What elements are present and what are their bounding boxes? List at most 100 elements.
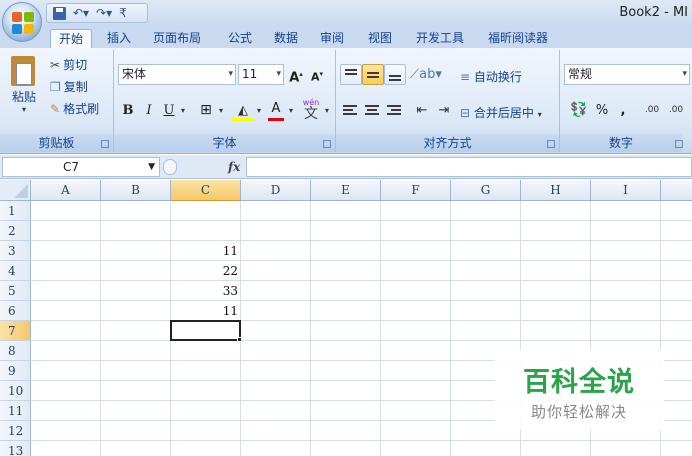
- column-header-overflow[interactable]: [661, 180, 692, 201]
- font-launcher-icon[interactable]: [323, 140, 331, 148]
- tab-review[interactable]: 审阅: [320, 29, 344, 48]
- save-icon[interactable]: [53, 6, 66, 20]
- fill-handle[interactable]: [237, 337, 242, 342]
- merge-center-button[interactable]: ⊟ 合并后居中 ▾: [460, 104, 542, 121]
- redo-icon[interactable]: ↷▾: [96, 7, 112, 19]
- tab-view[interactable]: 视图: [368, 29, 392, 48]
- column-header-a[interactable]: A: [31, 180, 101, 201]
- align-center-button[interactable]: [362, 100, 382, 121]
- grow-font-button[interactable]: A▴: [286, 64, 306, 85]
- underline-dropdown-icon[interactable]: ▾: [178, 100, 188, 121]
- tab-formulas[interactable]: 公式: [228, 29, 252, 48]
- column-header-f[interactable]: F: [381, 180, 451, 201]
- orientation-icon[interactable]: ⟋ab▾: [410, 64, 442, 85]
- increase-decimal-label: .00: [644, 105, 660, 115]
- fill-color-dropdown-icon[interactable]: ▾: [254, 100, 264, 121]
- tab-insert[interactable]: 插入: [107, 29, 131, 48]
- shrink-font-button[interactable]: A▾: [308, 64, 326, 85]
- column-header-i[interactable]: I: [591, 180, 661, 201]
- font-color-dropdown-icon[interactable]: ▾: [286, 100, 296, 121]
- column-header-b[interactable]: B: [101, 180, 171, 201]
- row-header-1[interactable]: 1: [0, 201, 31, 221]
- font-color-button[interactable]: A: [268, 100, 284, 121]
- insert-function-icon[interactable]: fx: [228, 157, 240, 177]
- cell-c6[interactable]: 11: [171, 301, 241, 321]
- wrap-text-button[interactable]: ≡ 自动换行: [460, 68, 522, 85]
- scissors-icon: ✂: [50, 57, 61, 72]
- align-left-button[interactable]: [340, 100, 360, 121]
- row-header-4[interactable]: 4: [0, 261, 31, 281]
- number-launcher-icon[interactable]: [675, 140, 683, 148]
- italic-button[interactable]: I: [142, 100, 156, 121]
- row-header-12[interactable]: 12: [0, 421, 31, 441]
- watermark: 百科全说 助你轻松解决: [494, 350, 664, 430]
- column-header-e[interactable]: E: [311, 180, 381, 201]
- tab-foxit-reader[interactable]: 福昕阅读器: [488, 29, 548, 48]
- font-name-value: 宋体: [122, 67, 147, 81]
- comma-button[interactable]: ,: [616, 100, 630, 121]
- align-middle-button[interactable]: [362, 64, 384, 85]
- customize-qat-icon[interactable]: ₹: [119, 7, 127, 19]
- format-painter-button[interactable]: ✎ 格式刷: [50, 100, 99, 117]
- column-header-d[interactable]: D: [241, 180, 311, 201]
- active-cell-outline[interactable]: [170, 320, 241, 341]
- row-header-8[interactable]: 8: [0, 341, 31, 361]
- paste-dropdown-icon[interactable]: ▾: [8, 105, 40, 114]
- row-header-5[interactable]: 5: [0, 281, 31, 301]
- row-header-3[interactable]: 3: [0, 241, 31, 261]
- select-all-button[interactable]: [0, 180, 31, 201]
- number-group-label: 数字: [560, 134, 682, 152]
- alignment-launcher-icon[interactable]: [547, 140, 555, 148]
- merge-center-label: 合并后居中: [473, 106, 534, 120]
- column-header-c[interactable]: C: [171, 180, 241, 201]
- cell-c5[interactable]: 33: [171, 281, 241, 301]
- number-format-combo[interactable]: 常规 ▾: [564, 64, 690, 85]
- column-header-g[interactable]: G: [451, 180, 521, 201]
- fill-color-icon[interactable]: ◭: [232, 100, 254, 121]
- cell-c3[interactable]: 11: [171, 241, 241, 261]
- underline-button[interactable]: U: [162, 100, 176, 121]
- tab-developer[interactable]: 开发工具: [416, 29, 464, 48]
- increase-indent-icon[interactable]: ⇥: [434, 100, 454, 121]
- tab-page-layout[interactable]: 页面布局: [153, 29, 201, 48]
- row-header-2[interactable]: 2: [0, 221, 31, 241]
- font-name-combo[interactable]: 宋体 ▾: [118, 64, 236, 85]
- border-icon[interactable]: ⊞: [196, 100, 216, 121]
- undo-icon[interactable]: ↶▾: [73, 7, 89, 19]
- row-header-6[interactable]: 6: [0, 301, 31, 321]
- align-top-button[interactable]: [340, 64, 362, 85]
- row-header-13[interactable]: 13: [0, 441, 31, 456]
- tab-data[interactable]: 数据: [274, 29, 298, 48]
- formula-input[interactable]: [246, 157, 692, 177]
- row-header-11[interactable]: 11: [0, 401, 31, 421]
- increase-decimal-button[interactable]: .00: [640, 100, 664, 121]
- wrap-text-icon: ≡: [460, 70, 471, 84]
- bold-button[interactable]: B: [120, 100, 136, 121]
- decrease-indent-icon[interactable]: ⇤: [412, 100, 432, 121]
- row-header-7[interactable]: 7: [0, 321, 31, 341]
- align-bottom-button[interactable]: [384, 64, 406, 85]
- merge-icon: ⊟: [460, 106, 471, 120]
- phonetic-button[interactable]: wén 文: [300, 98, 322, 121]
- percent-button[interactable]: %: [594, 100, 610, 121]
- row-header-9[interactable]: 9: [0, 361, 31, 381]
- name-box[interactable]: C7 ▼: [2, 157, 160, 177]
- cell-c4[interactable]: 22: [171, 261, 241, 281]
- tab-home[interactable]: 开始: [50, 29, 93, 48]
- cut-button[interactable]: ✂ 剪切: [50, 56, 87, 73]
- font-size-combo[interactable]: 11 ▾: [238, 64, 284, 85]
- clipboard-launcher-icon[interactable]: [101, 140, 109, 148]
- decrease-decimal-button[interactable]: .00: [664, 100, 688, 121]
- row-header-10[interactable]: 10: [0, 381, 31, 401]
- copy-button[interactable]: ❐ 复制: [50, 78, 88, 95]
- chevron-down-icon[interactable]: ▼: [148, 158, 155, 176]
- column-header-h[interactable]: H: [521, 180, 591, 201]
- align-right-button[interactable]: [384, 100, 404, 121]
- formula-bar-resize-handle[interactable]: [163, 159, 177, 175]
- phonetic-dropdown-icon[interactable]: ▾: [322, 100, 332, 121]
- paste-button[interactable]: 粘贴 ▾: [8, 56, 40, 114]
- office-button[interactable]: [2, 2, 42, 42]
- currency-icon[interactable]: 💱: [566, 100, 592, 121]
- border-dropdown-icon[interactable]: ▾: [216, 100, 226, 121]
- align-right-icon-line: [391, 109, 401, 111]
